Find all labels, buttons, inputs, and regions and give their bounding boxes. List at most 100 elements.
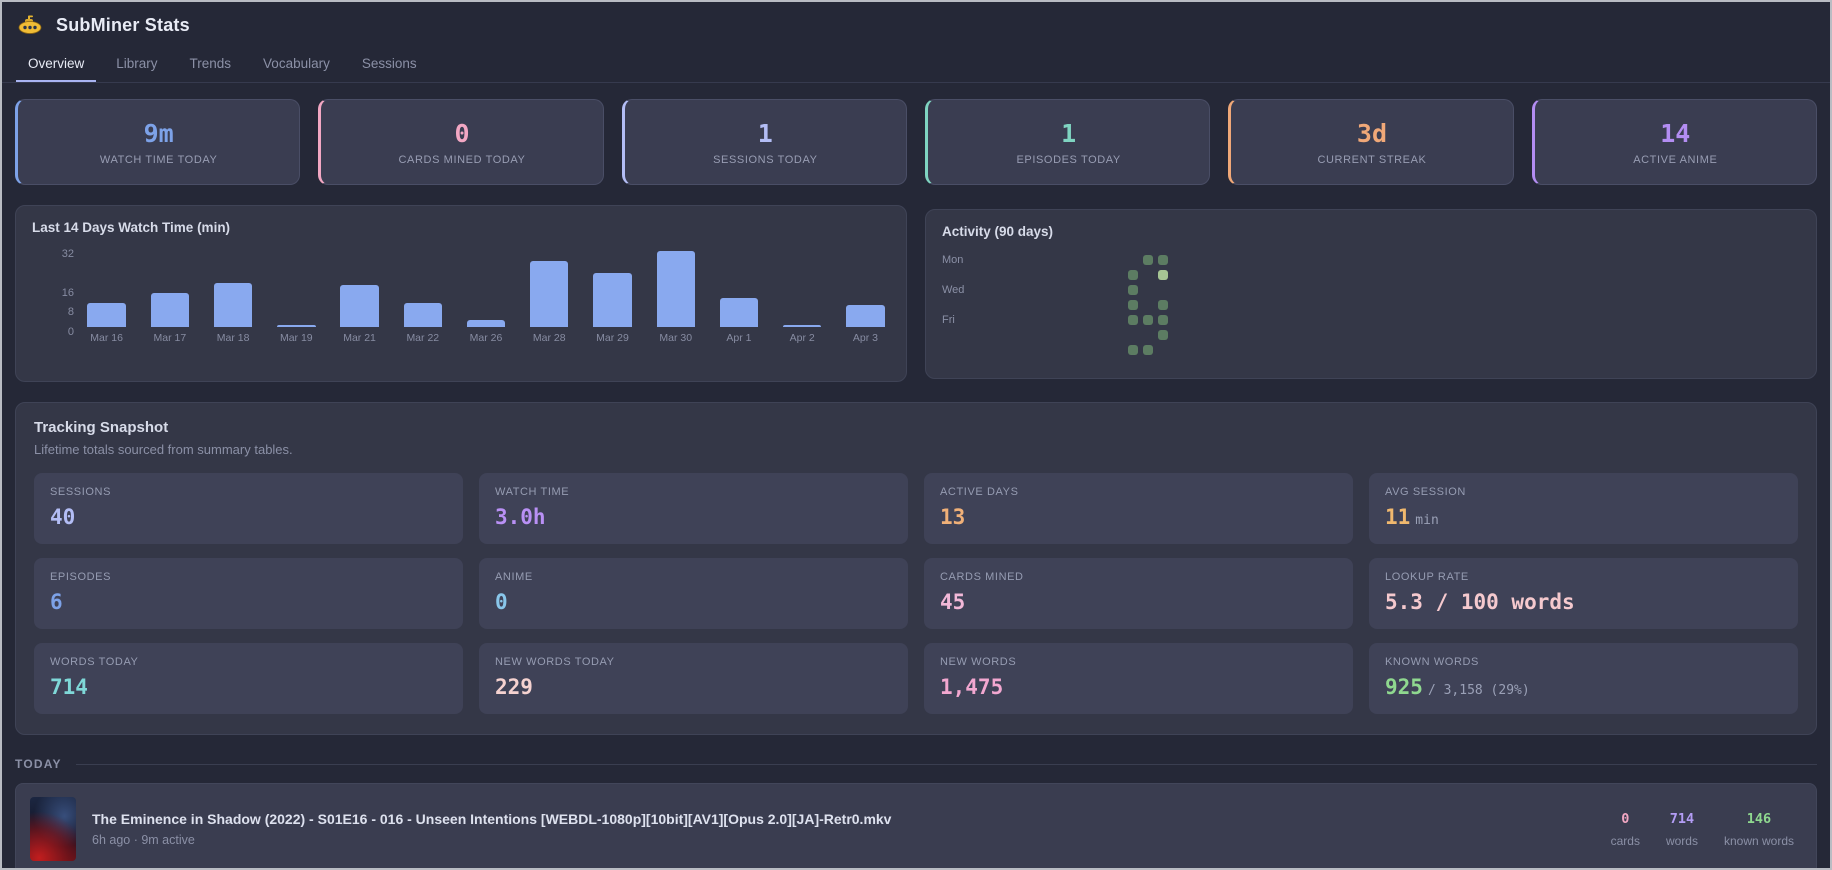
tile-label: ANIME [495, 571, 892, 583]
episode-stat-value: 714 [1666, 811, 1698, 827]
today-episode-card[interactable]: The Eminence in Shadow (2022) - S01E16 -… [15, 783, 1817, 870]
day-label: Wed [942, 285, 978, 295]
heatmap-cell [1158, 315, 1168, 325]
bar [530, 261, 568, 327]
app-header: SubMiner Stats [2, 2, 1830, 46]
stat-card: 9mWATCH TIME TODAY [15, 99, 300, 185]
y-axis-tick: 0 [34, 326, 74, 338]
snapshot-tile: WORDS TODAY714 [34, 643, 463, 714]
bar-column: Mar 26 [461, 245, 510, 344]
watch-time-chart-panel: Last 14 Days Watch Time (min) 081632Mar … [15, 205, 907, 382]
page-title: SubMiner Stats [56, 15, 190, 36]
bar-column: Mar 29 [588, 245, 637, 344]
tile-value-suffix: min [1415, 513, 1438, 528]
today-section-header: TODAY [15, 757, 1817, 771]
tile-label: SESSIONS [50, 486, 447, 498]
x-axis-label: Mar 21 [335, 332, 384, 344]
stat-card: 1SESSIONS TODAY [622, 99, 907, 185]
bar [404, 303, 442, 328]
heatmap-cell [1158, 270, 1168, 280]
bar-column: Mar 16 [82, 245, 131, 344]
bar-column: Apr 3 [841, 245, 890, 344]
tab-vocabulary[interactable]: Vocabulary [251, 46, 342, 82]
bar-wrap [778, 245, 827, 327]
tile-value: 229 [495, 675, 892, 699]
x-axis-label: Apr 2 [778, 332, 827, 344]
heatmap-day-labels: MonWedFri [942, 255, 978, 355]
tile-value-suffix: / 3,158 (29%) [1428, 683, 1530, 698]
tab-trends[interactable]: Trends [178, 46, 244, 82]
y-axis-tick: 16 [34, 287, 74, 299]
x-axis-label: Mar 28 [525, 332, 574, 344]
tile-label: ACTIVE DAYS [940, 486, 1337, 498]
today-divider [76, 764, 1817, 765]
episode-stat-label: words [1666, 834, 1698, 848]
panels-row: Last 14 Days Watch Time (min) 081632Mar … [2, 185, 1830, 382]
bar [151, 293, 189, 327]
day-label: Mon [942, 255, 978, 265]
stat-label: CURRENT STREAK [1317, 154, 1426, 166]
snapshot-tile: NEW WORDS TODAY 229 [479, 643, 908, 714]
episode-stats: 0cards714words146known words [1611, 811, 1794, 848]
heatmap-cell [1143, 255, 1153, 265]
bar [214, 283, 252, 327]
stat-cards-row: 9mWATCH TIME TODAY0CARDS MINED TODAY1SES… [2, 83, 1830, 185]
chart-title: Last 14 Days Watch Time (min) [32, 220, 890, 235]
stat-value: 1 [1061, 119, 1076, 148]
bar [657, 251, 695, 327]
snapshot-tiles-grid: SESSIONS40WATCH TIME3.0hACTIVE DAYS13AVG… [34, 473, 1798, 714]
snapshot-tile: CARDS MINED45 [924, 558, 1353, 629]
tracking-snapshot-panel: Tracking Snapshot Lifetime totals source… [15, 402, 1817, 735]
submarine-icon [18, 13, 42, 37]
bar-wrap [651, 245, 700, 327]
today-section-label: TODAY [15, 757, 62, 771]
snapshot-title: Tracking Snapshot [34, 419, 1798, 436]
tab-library[interactable]: Library [104, 46, 169, 82]
snapshot-tile: LOOKUP RATE5.3 / 100 words [1369, 558, 1798, 629]
stat-value: 9m [144, 119, 174, 148]
bar-wrap [525, 245, 574, 327]
stat-label: SESSIONS TODAY [713, 154, 817, 166]
snapshot-tile: KNOWN WORDS925/ 3,158 (29%) [1369, 643, 1798, 714]
stat-card: 14ACTIVE ANIME [1532, 99, 1817, 185]
snapshot-tile: ANIME0 [479, 558, 908, 629]
x-axis-label: Apr 1 [714, 332, 763, 344]
heatmap-cell [1128, 315, 1138, 325]
heatmap-cell [1128, 270, 1138, 280]
activity-heatmap [978, 255, 1168, 355]
heatmap-cell [1158, 330, 1168, 340]
tile-value: 13 [940, 505, 1337, 529]
stat-card: 1 EPISODES TODAY [925, 99, 1210, 185]
episode-meta: 6h ago · 9m active [92, 833, 1611, 847]
snapshot-tile: NEW WORDS1,475 [924, 643, 1353, 714]
tile-value: 40 [50, 505, 447, 529]
bar [467, 320, 505, 327]
episode-stat: 146known words [1724, 811, 1794, 848]
stat-label: ACTIVE ANIME [1633, 154, 1717, 166]
episode-thumbnail [30, 797, 76, 861]
episode-text: The Eminence in Shadow (2022) - S01E16 -… [92, 811, 1611, 847]
bar [340, 285, 378, 327]
tile-value: 5.3 / 100 words [1385, 590, 1782, 614]
stat-label: EPISODES TODAY [1016, 154, 1120, 166]
tab-sessions[interactable]: Sessions [350, 46, 429, 82]
activity-heatmap-body: MonWedFri [942, 255, 1800, 355]
snapshot-subtitle: Lifetime totals sourced from summary tab… [34, 442, 1798, 457]
activity-title: Activity (90 days) [942, 224, 1800, 239]
bar-column: Mar 18 [208, 245, 257, 344]
bar-column: Mar 21 [335, 245, 384, 344]
stat-card: 3dCURRENT STREAK [1228, 99, 1513, 185]
tile-label: KNOWN WORDS [1385, 656, 1782, 668]
bar-wrap [272, 245, 321, 327]
tile-label: NEW WORDS TODAY [495, 656, 892, 668]
stat-label: CARDS MINED TODAY [399, 154, 526, 166]
y-axis-tick: 8 [34, 306, 74, 318]
tab-bar: OverviewLibraryTrendsVocabularySessions [2, 46, 1830, 83]
episode-stat-value: 0 [1611, 811, 1640, 827]
heatmap-cell [1158, 255, 1168, 265]
bar [277, 325, 315, 327]
tile-value: 6 [50, 590, 447, 614]
tab-overview[interactable]: Overview [16, 46, 96, 82]
tile-value: 3.0h [495, 505, 892, 529]
x-axis-label: Mar 22 [398, 332, 447, 344]
